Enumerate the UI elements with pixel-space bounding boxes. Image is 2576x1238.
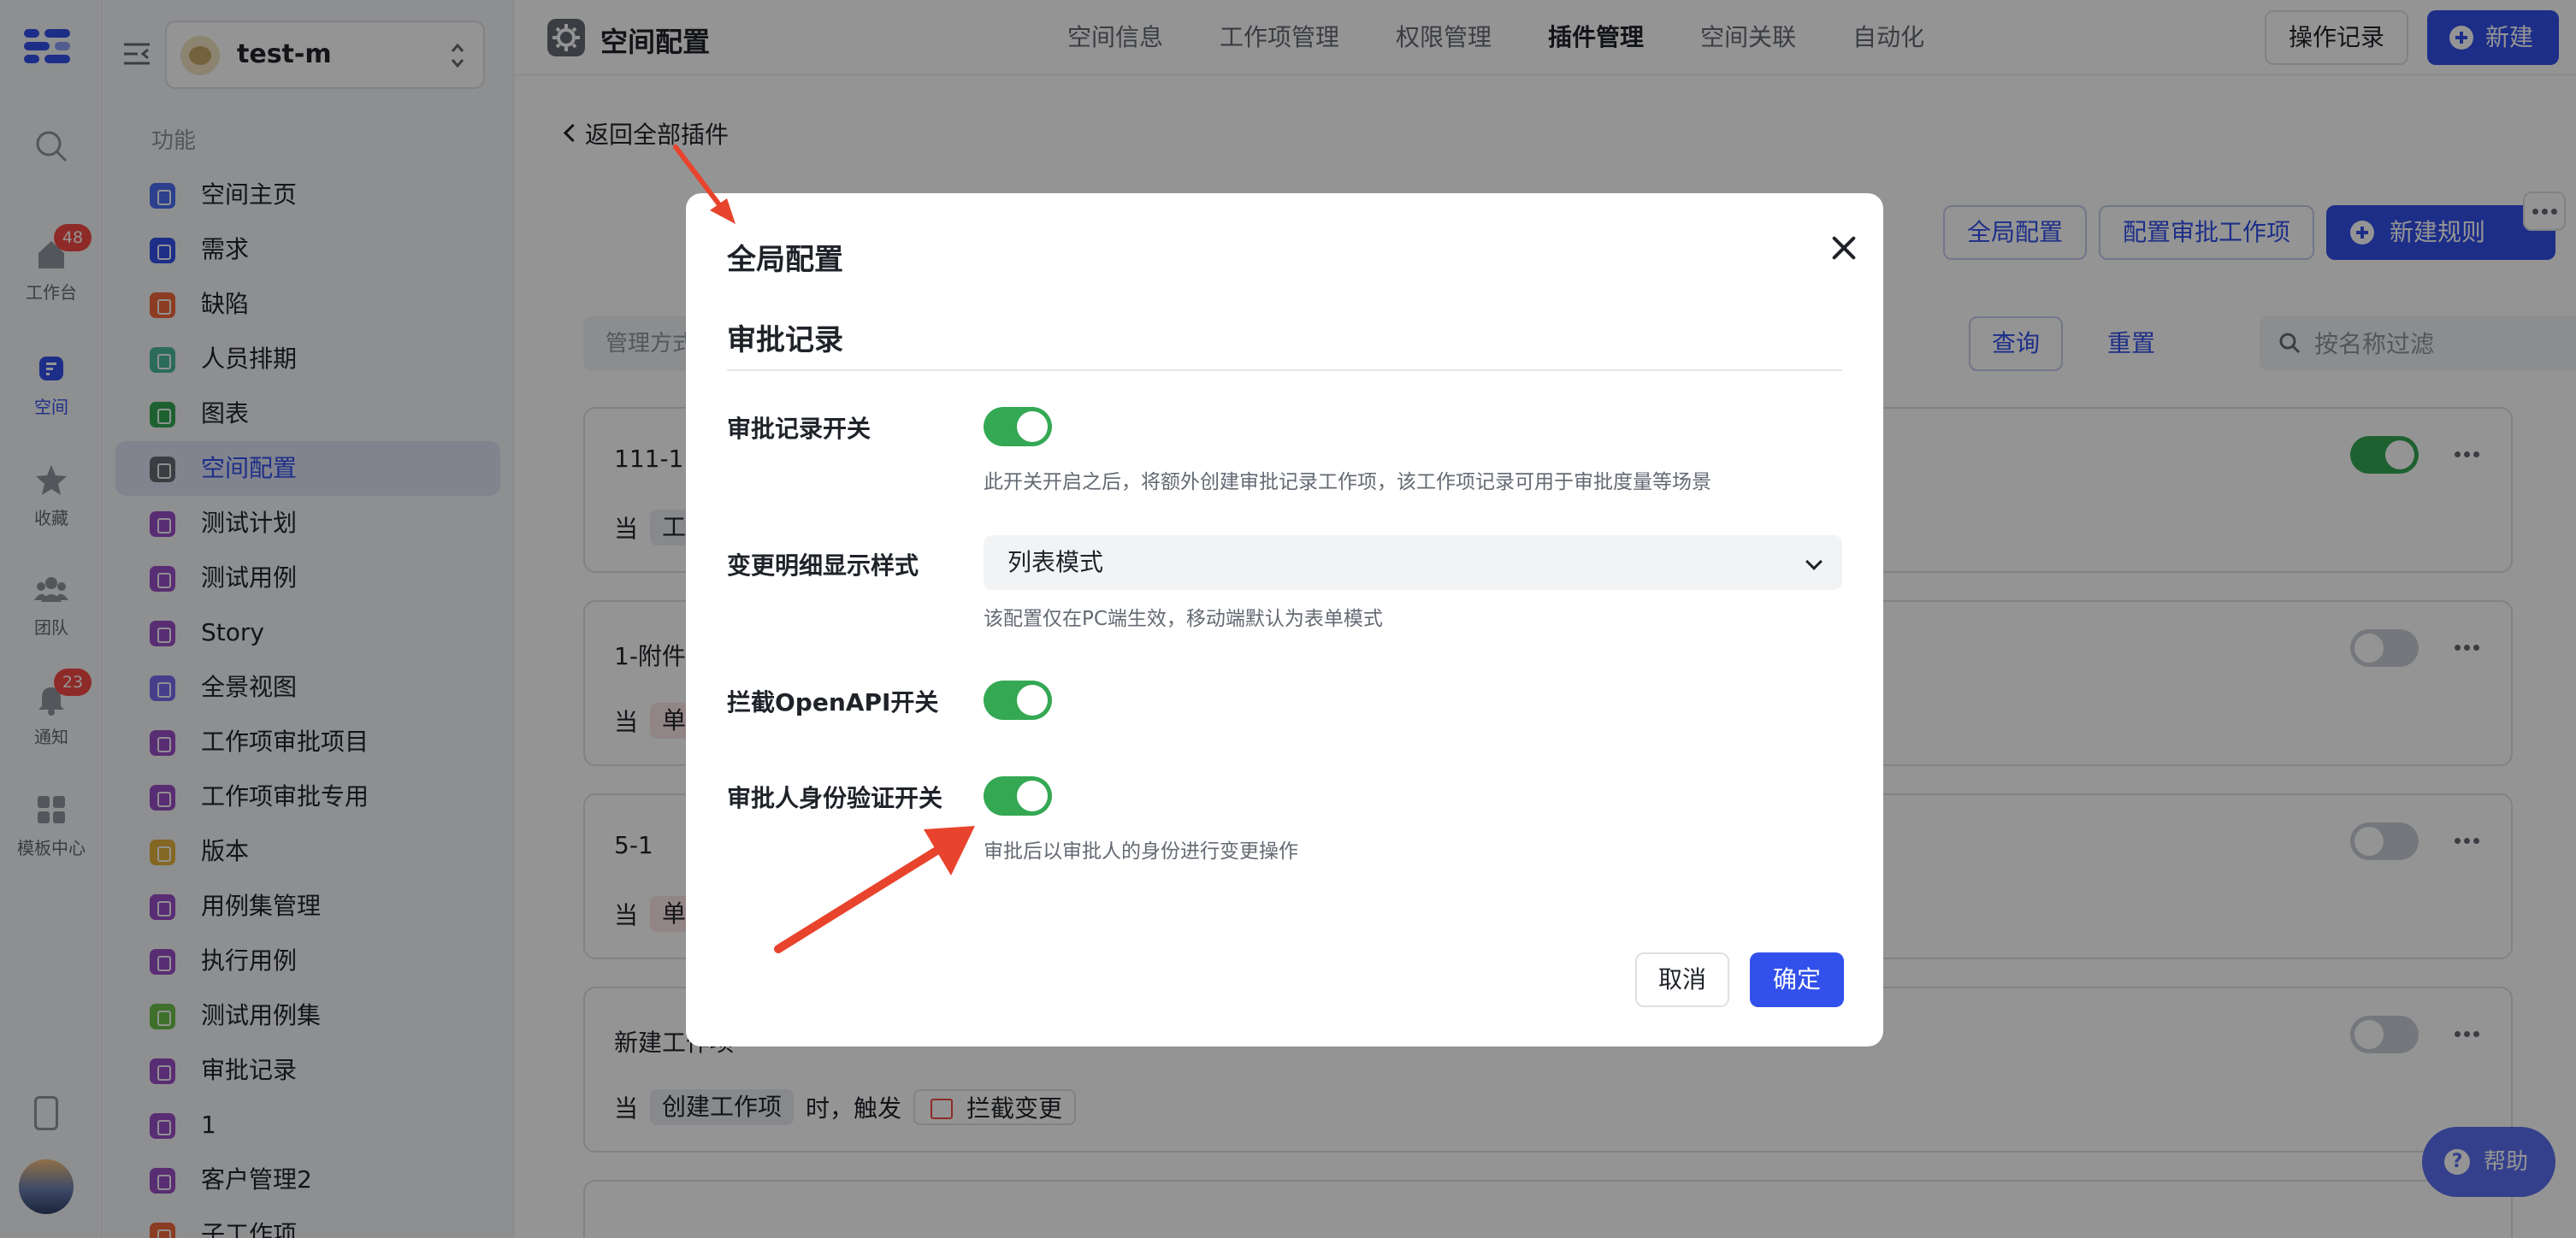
- confirm-button[interactable]: 确定: [1750, 952, 1844, 1007]
- close-icon[interactable]: [1830, 234, 1858, 262]
- chevron-down-icon: [1805, 553, 1823, 570]
- change-detail-style-select[interactable]: 列表模式: [984, 535, 1842, 590]
- approver-identity-toggle[interactable]: [984, 776, 1052, 816]
- section-title-approval-records: 审批记录: [727, 323, 843, 357]
- change-detail-style-desc: 该配置仅在PC端生效，移动端默认为表单模式: [984, 608, 1383, 630]
- change-detail-style-value: 列表模式: [1007, 548, 1104, 576]
- section-divider: [727, 369, 1842, 371]
- label-intercept-openapi: 拦截OpenAPI开关: [727, 688, 939, 716]
- label-approver-identity: 审批人身份验证开关: [727, 784, 943, 812]
- label-approval-record-switch: 审批记录开关: [727, 415, 871, 443]
- approval-record-desc: 此开关开启之后，将额外创建审批记录工作项，该工作项记录可用于审批度量等场景: [984, 471, 1711, 493]
- cancel-button[interactable]: 取消: [1635, 952, 1729, 1007]
- approver-identity-desc: 审批后以审批人的身份进行变更操作: [984, 840, 1298, 863]
- dialog-title: 全局配置: [727, 243, 843, 277]
- intercept-openapi-toggle[interactable]: [984, 681, 1052, 720]
- global-config-dialog: 全局配置 审批记录 审批记录开关 此开关开启之后，将额外创建审批记录工作项，该工…: [686, 193, 1883, 1046]
- approval-record-toggle[interactable]: [984, 407, 1052, 446]
- label-change-detail-style: 变更明细显示样式: [727, 551, 919, 580]
